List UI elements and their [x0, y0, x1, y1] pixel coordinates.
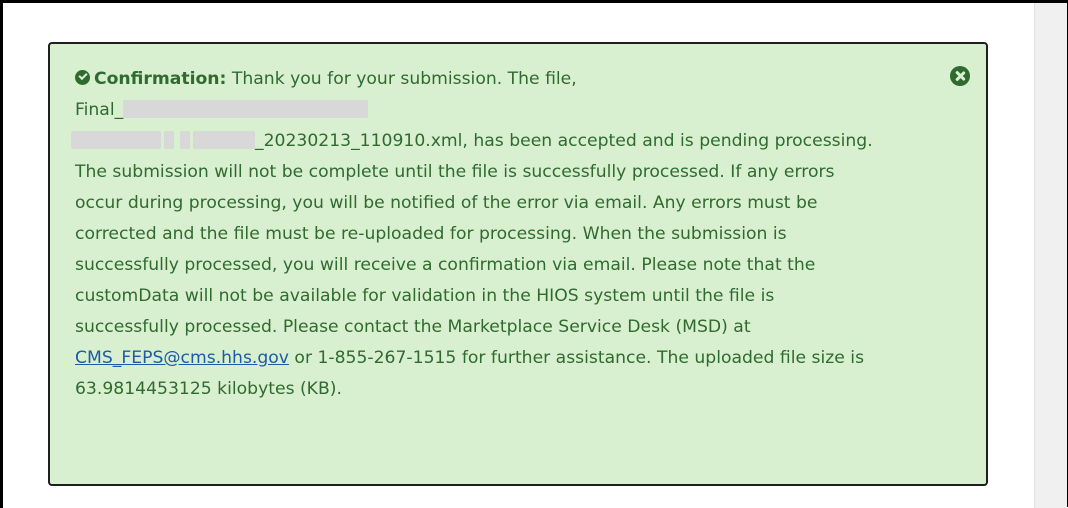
- redacted-filename-part: [164, 131, 174, 149]
- check-circle-icon: [75, 70, 90, 85]
- redacted-filename-part: [193, 131, 255, 149]
- close-circle-icon[interactable]: [950, 66, 970, 86]
- msd-email-link[interactable]: CMS_FEPS@cms.hhs.gov: [75, 348, 289, 368]
- file-prefix: Final_: [75, 100, 124, 120]
- redacted-filename-part: [123, 100, 369, 118]
- redacted-filename-part: [71, 131, 161, 149]
- file-suffix: _20230213_110910.xml, has been accepted …: [255, 131, 694, 151]
- redacted-filename-part: [180, 131, 190, 149]
- alert-body-1: pending processing. The submission will …: [75, 131, 873, 337]
- alert-label: Confirmation:: [94, 69, 227, 89]
- confirmation-alert: Confirmation: Thank you for your submiss…: [48, 42, 988, 486]
- alert-intro: Thank you for your submission. The file,: [231, 69, 577, 89]
- alert-message: Confirmation: Thank you for your submiss…: [71, 64, 875, 405]
- left-border: [0, 0, 3, 508]
- right-gutter: [1034, 3, 1067, 508]
